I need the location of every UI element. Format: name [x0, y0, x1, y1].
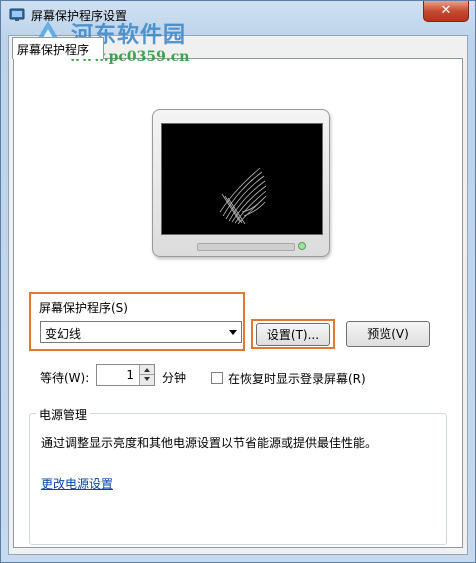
close-icon: ✕ — [440, 3, 452, 18]
tab-screensaver-label: 屏幕保护程序 — [17, 43, 90, 57]
window-title: 屏幕保护程序设置 — [31, 9, 128, 23]
wait-label: 等待(W): — [40, 371, 90, 385]
spin-up-button[interactable] — [139, 365, 154, 375]
change-power-settings-link[interactable]: 更改电源设置 — [41, 475, 113, 492]
wait-minutes-spinner[interactable]: 1 — [96, 364, 155, 386]
tab-screensaver[interactable]: 屏幕保护程序 — [12, 37, 104, 59]
resume-login-checkbox[interactable] — [211, 372, 223, 384]
screensaver-selected-value: 变幻线 — [45, 327, 82, 341]
power-description: 通过调整显示亮度和其他电源设置以节省能源或提供最佳性能。 — [41, 436, 378, 450]
spin-up-icon — [144, 368, 150, 372]
mystify-lines-graphic — [219, 167, 267, 225]
resume-login-label[interactable]: 在恢复时显示登录屏幕(R) — [228, 370, 366, 387]
wait-value: 1 — [126, 368, 134, 382]
preview-button[interactable]: 预览(V) — [346, 321, 430, 347]
screensaver-label: 屏幕保护程序(S) — [39, 301, 128, 315]
screensaver-settings-window: 屏幕保护程序设置 ✕ 屏幕保护程序(S) 变幻线 设置(T)... 预览(V) … — [0, 0, 476, 563]
preview-screen — [161, 123, 323, 235]
dropdown-arrow-icon — [229, 330, 237, 335]
monitor-slot — [197, 243, 295, 251]
title-bar[interactable]: 屏幕保护程序设置 ✕ — [1, 1, 475, 29]
app-icon — [9, 8, 25, 21]
close-button[interactable]: ✕ — [423, 1, 469, 22]
monitor-preview — [152, 109, 330, 257]
settings-button[interactable]: 设置(T)... — [256, 323, 330, 346]
tab-panel-screensaver: 屏幕保护程序(S) 变幻线 设置(T)... 预览(V) 等待(W): 1 分钟… — [13, 58, 463, 548]
monitor-power-led — [298, 242, 306, 250]
power-group-title: 电源管理 — [36, 406, 91, 423]
screensaver-select[interactable]: 变幻线 — [40, 321, 242, 343]
wait-unit-label: 分钟 — [162, 371, 187, 385]
spin-down-button[interactable] — [139, 375, 154, 385]
spin-down-icon — [144, 377, 150, 381]
